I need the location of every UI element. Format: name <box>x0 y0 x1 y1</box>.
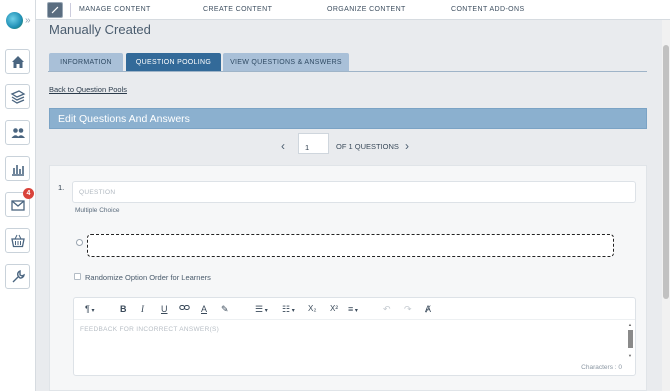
divider <box>70 3 71 17</box>
font-color-button[interactable]: A <box>201 303 207 315</box>
tab-information[interactable]: INFORMATION <box>49 53 123 71</box>
bullet-list-button[interactable]: ☷ ▾ <box>282 303 295 317</box>
link-button[interactable] <box>179 303 190 315</box>
clear-formatting-button[interactable]: Ⱥ <box>425 303 431 315</box>
courses-icon <box>10 89 25 104</box>
randomize-label: Randomize Option Order for Learners <box>85 273 211 282</box>
tools-icon <box>12 269 25 282</box>
messages-button[interactable]: 4 <box>5 188 34 217</box>
question-count-label: OF 1 QUESTIONS <box>336 142 399 151</box>
top-navigation: MANAGE CONTENT CREATE CONTENT ORGANIZE C… <box>36 0 670 20</box>
previous-question-button[interactable]: ‹ <box>281 139 285 153</box>
subscript-button[interactable]: X₂ <box>308 303 316 315</box>
superscript-button[interactable]: X² <box>330 303 338 315</box>
page-scroll-thumb[interactable] <box>663 45 669 299</box>
users-icon <box>11 127 25 138</box>
nav-organize-content[interactable]: ORGANIZE CONTENT <box>327 6 406 13</box>
tab-question-pooling[interactable]: QUESTION POOLING <box>126 53 221 71</box>
question-type-label: Multiple Choice <box>75 207 120 214</box>
redo-button[interactable]: ↷ <box>404 303 412 315</box>
section-header: Edit Questions And Answers <box>49 108 647 129</box>
editor-scrollbar[interactable]: ▲ ▼ <box>627 322 634 358</box>
undo-button[interactable]: ↶ <box>383 303 391 315</box>
tab-view-questions-answers[interactable]: VIEW QUESTIONS & ANSWERS <box>223 53 349 71</box>
page-title: Manually Created <box>49 22 151 37</box>
users-button[interactable] <box>5 120 30 145</box>
tools-button[interactable] <box>5 264 30 289</box>
expand-sidebar-icon[interactable]: » <box>25 15 31 26</box>
app-logo[interactable] <box>6 12 23 29</box>
align-button[interactable]: ≡ ▾ <box>348 303 358 317</box>
paragraph-format-button[interactable]: ¶ ▾ <box>85 303 95 317</box>
question-number: 1. <box>58 183 65 192</box>
tab-divider <box>48 71 647 72</box>
store-icon <box>10 234 25 247</box>
feedback-input[interactable]: FEEDBACK FOR INCORRECT ANSWER(S) <box>80 326 219 333</box>
bold-button[interactable]: B <box>120 303 127 315</box>
answer-option-input[interactable] <box>87 234 614 257</box>
ordered-list-button[interactable]: ☰ ▾ <box>255 303 268 317</box>
home-button[interactable] <box>5 49 30 74</box>
link-icon <box>179 305 190 310</box>
randomize-checkbox[interactable] <box>74 273 81 280</box>
messages-icon <box>10 199 25 211</box>
editor-toolbar: ¶ ▾ B I U A ✎ ☰ ▾ ☷ ▾ X₂ X² ≡ ▾ ↶ ↷ Ⱥ <box>74 298 635 320</box>
store-button[interactable] <box>5 228 30 253</box>
highlight-button[interactable]: ✎ <box>221 303 229 315</box>
section-title: Edit Questions And Answers <box>58 113 190 125</box>
courses-button[interactable] <box>5 84 30 109</box>
reports-button[interactable] <box>5 156 30 181</box>
question-input[interactable]: QUESTION <box>72 181 636 203</box>
nav-create-content[interactable]: CREATE CONTENT <box>203 6 272 13</box>
character-count: Characters : 0 <box>581 364 622 371</box>
nav-manage-content[interactable]: MANAGE CONTENT <box>79 6 151 13</box>
editor-scroll-thumb[interactable] <box>628 330 633 348</box>
notification-badge: 4 <box>23 188 34 199</box>
left-sidebar: » 4 <box>0 0 36 391</box>
feedback-editor: ¶ ▾ B I U A ✎ ☰ ▾ ☷ ▾ X₂ X² ≡ ▾ ↶ ↷ Ⱥ FE… <box>73 297 636 376</box>
page-scrollbar[interactable] <box>662 20 670 391</box>
nav-content-add-ons[interactable]: CONTENT ADD-ONS <box>451 6 525 13</box>
question-card: 1. QUESTION Multiple Choice Randomize Op… <box>49 165 647 391</box>
reports-icon <box>11 164 24 176</box>
question-number-input[interactable]: 1 <box>298 133 329 154</box>
home-icon <box>11 55 24 68</box>
underline-button[interactable]: U <box>161 303 168 315</box>
italic-button[interactable]: I <box>141 303 144 315</box>
option-radio[interactable] <box>76 239 83 246</box>
next-question-button[interactable]: › <box>405 139 409 153</box>
back-to-question-pools-link[interactable]: Back to Question Pools <box>49 85 127 94</box>
content-menu-icon[interactable] <box>47 2 63 18</box>
